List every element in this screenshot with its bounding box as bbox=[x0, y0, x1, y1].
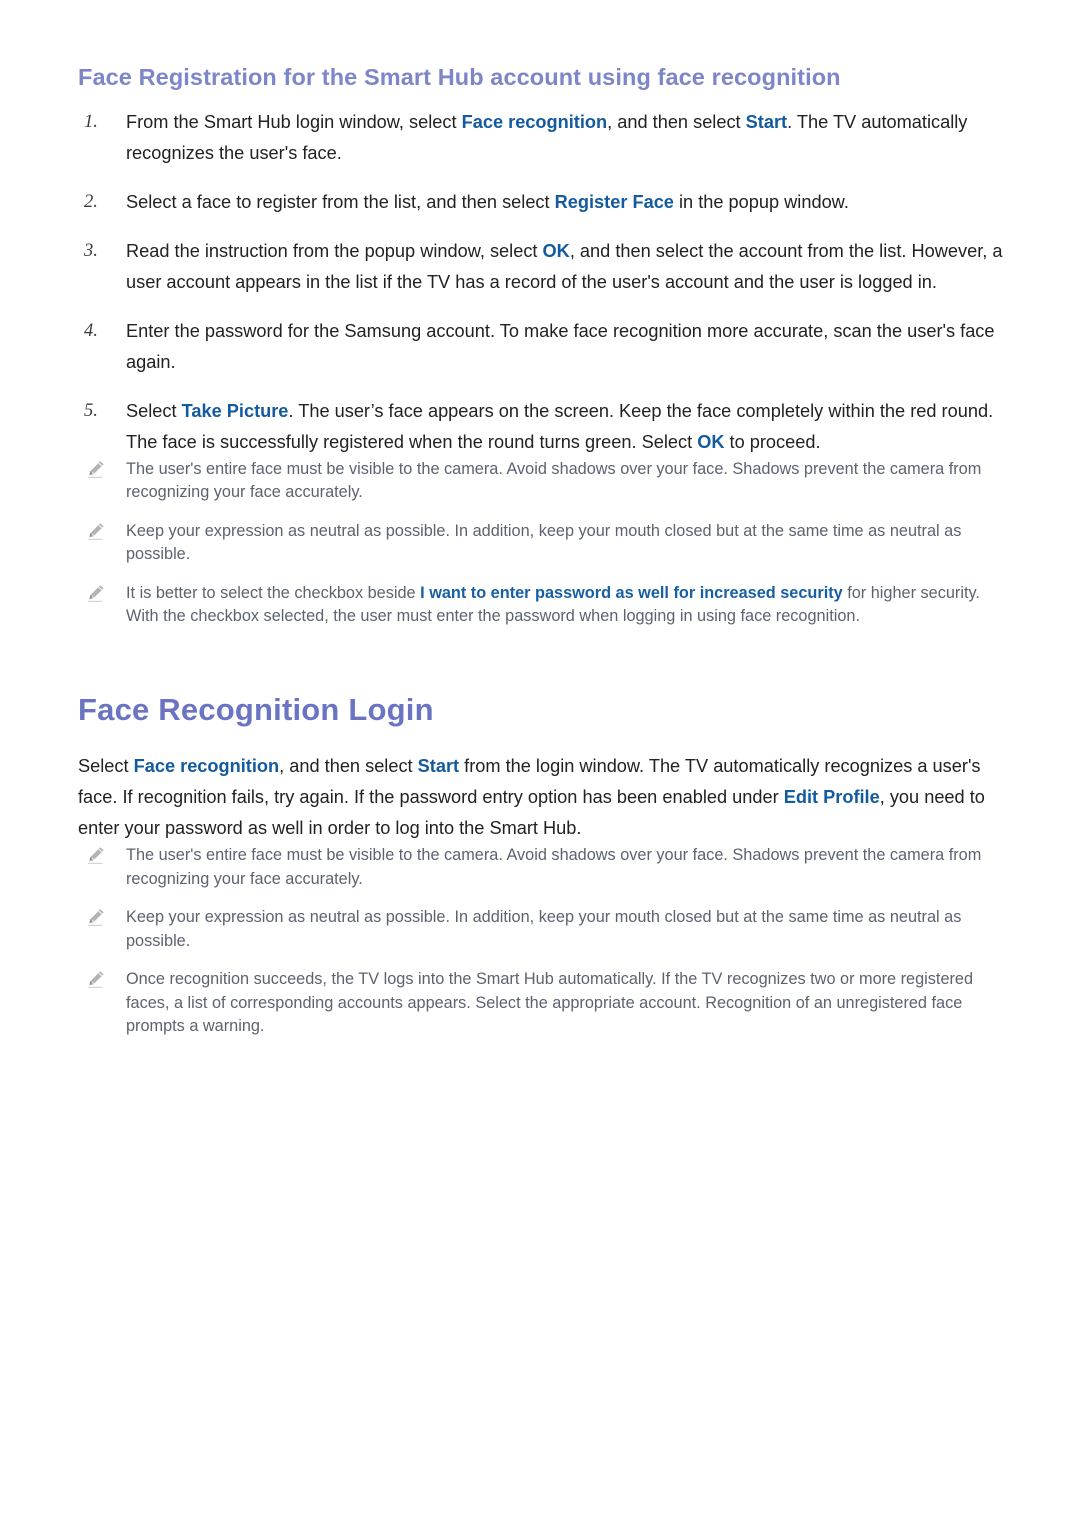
note-item: Keep your expression as neutral as possi… bbox=[78, 520, 1003, 567]
text-run: Select a face to register from the list,… bbox=[126, 191, 555, 212]
note-item: The user's entire face must be visible t… bbox=[78, 458, 1003, 505]
note-item: Keep your expression as neutral as possi… bbox=[78, 906, 1003, 953]
step-text: From the Smart Hub login window, select … bbox=[126, 112, 967, 163]
section-heading-face-recognition-login: Face Recognition Login bbox=[78, 691, 434, 727]
note-item: The user's entire face must be visible t… bbox=[78, 844, 1003, 891]
pencil-icon bbox=[88, 909, 104, 927]
inline-ui-reference[interactable]: Register Face bbox=[555, 192, 674, 212]
step-item: 5. Select Take Picture. The user’s face a… bbox=[78, 396, 1003, 458]
step-item: 3. Read the instruction from the popup wi… bbox=[78, 236, 1003, 298]
step-item: 2. Select a face to register from the lis… bbox=[78, 187, 1003, 218]
pencil-icon bbox=[88, 847, 104, 865]
note-text: Keep your expression as neutral as possi… bbox=[126, 908, 961, 950]
note-text: It is better to select the checkbox besi… bbox=[126, 584, 980, 626]
step-text: Enter the password for the Samsung accou… bbox=[126, 321, 995, 372]
note-text: Once recognition succeeds, the TV logs i… bbox=[126, 970, 973, 1035]
note-item: It is better to select the checkbox besi… bbox=[78, 582, 1003, 629]
text-run: The user's entire face must be visible t… bbox=[126, 846, 982, 888]
page-title: Face Registration for the Smart Hub acco… bbox=[78, 64, 841, 90]
text-run: to proceed. bbox=[724, 431, 821, 452]
step-number: 4. bbox=[84, 320, 98, 341]
inline-ui-reference[interactable]: Face recognition bbox=[134, 756, 280, 776]
step-text: Read the instruction from the popup wind… bbox=[126, 241, 1003, 292]
registration-notes-list: The user's entire face must be visible t… bbox=[78, 458, 1003, 629]
text-run: , and then select bbox=[607, 111, 746, 132]
pencil-icon bbox=[88, 971, 104, 989]
pencil-icon bbox=[88, 460, 104, 478]
note-text: The user's entire face must be visible t… bbox=[126, 460, 981, 502]
text-run: , and then select bbox=[279, 756, 418, 777]
text-run: Keep your expression as neutral as possi… bbox=[126, 908, 962, 950]
inline-ui-reference[interactable]: Start bbox=[746, 112, 787, 132]
step-item: 4. Enter the password for the Samsung acc… bbox=[78, 316, 1003, 378]
note-text: Keep your expression as neutral as possi… bbox=[126, 522, 961, 564]
document-page: Face Registration for the Smart Hub acco… bbox=[0, 0, 1080, 1527]
login-notes-list: The user's entire face must be visible t… bbox=[78, 844, 1003, 1039]
text-run: Enter the password for the Samsung accou… bbox=[126, 320, 995, 372]
text-run: Select bbox=[78, 756, 134, 777]
registration-steps-list: 1. From the Smart Hub login window, selec… bbox=[78, 107, 1003, 458]
text-run: The user's entire face must be visible t… bbox=[126, 459, 982, 502]
step-number: 5. bbox=[84, 400, 98, 421]
step-number: 3. bbox=[84, 240, 98, 261]
section-divider-spacer bbox=[78, 629, 1003, 691]
document-content: Face Registration for the Smart Hub acco… bbox=[78, 62, 1003, 1039]
inline-ui-reference[interactable]: I want to enter password as well for inc… bbox=[420, 584, 843, 602]
text-run: Read the instruction from the popup wind… bbox=[126, 240, 543, 261]
step-number: 1. bbox=[84, 111, 98, 132]
text-run: Select bbox=[126, 400, 182, 421]
inline-ui-reference[interactable]: OK bbox=[697, 432, 724, 452]
pencil-icon bbox=[88, 584, 104, 602]
text-run: It is better to select the checkbox besi… bbox=[126, 583, 421, 602]
text-run: Once recognition succeeds, the TV logs i… bbox=[126, 970, 974, 1036]
login-description-paragraph: Select Face recognition, and then select… bbox=[78, 751, 1003, 844]
step-text: Select Take Picture. The user’s face app… bbox=[126, 401, 993, 452]
inline-ui-reference[interactable]: Start bbox=[418, 756, 459, 776]
step-number: 2. bbox=[84, 191, 98, 212]
inline-ui-reference[interactable]: Edit Profile bbox=[784, 787, 880, 807]
step-item: 1. From the Smart Hub login window, selec… bbox=[78, 107, 1003, 169]
note-text: The user's entire face must be visible t… bbox=[126, 846, 981, 888]
pencil-icon bbox=[88, 522, 104, 540]
text-run: Keep your expression as neutral as possi… bbox=[126, 521, 962, 564]
inline-ui-reference[interactable]: Take Picture bbox=[182, 401, 289, 421]
inline-ui-reference[interactable]: Face recognition bbox=[462, 112, 608, 132]
text-run: in the popup window. bbox=[673, 191, 849, 212]
step-text: Select a face to register from the list,… bbox=[126, 192, 849, 212]
inline-ui-reference[interactable]: OK bbox=[543, 241, 570, 261]
note-item: Once recognition succeeds, the TV logs i… bbox=[78, 968, 1003, 1039]
text-run: From the Smart Hub login window, select bbox=[126, 111, 462, 132]
